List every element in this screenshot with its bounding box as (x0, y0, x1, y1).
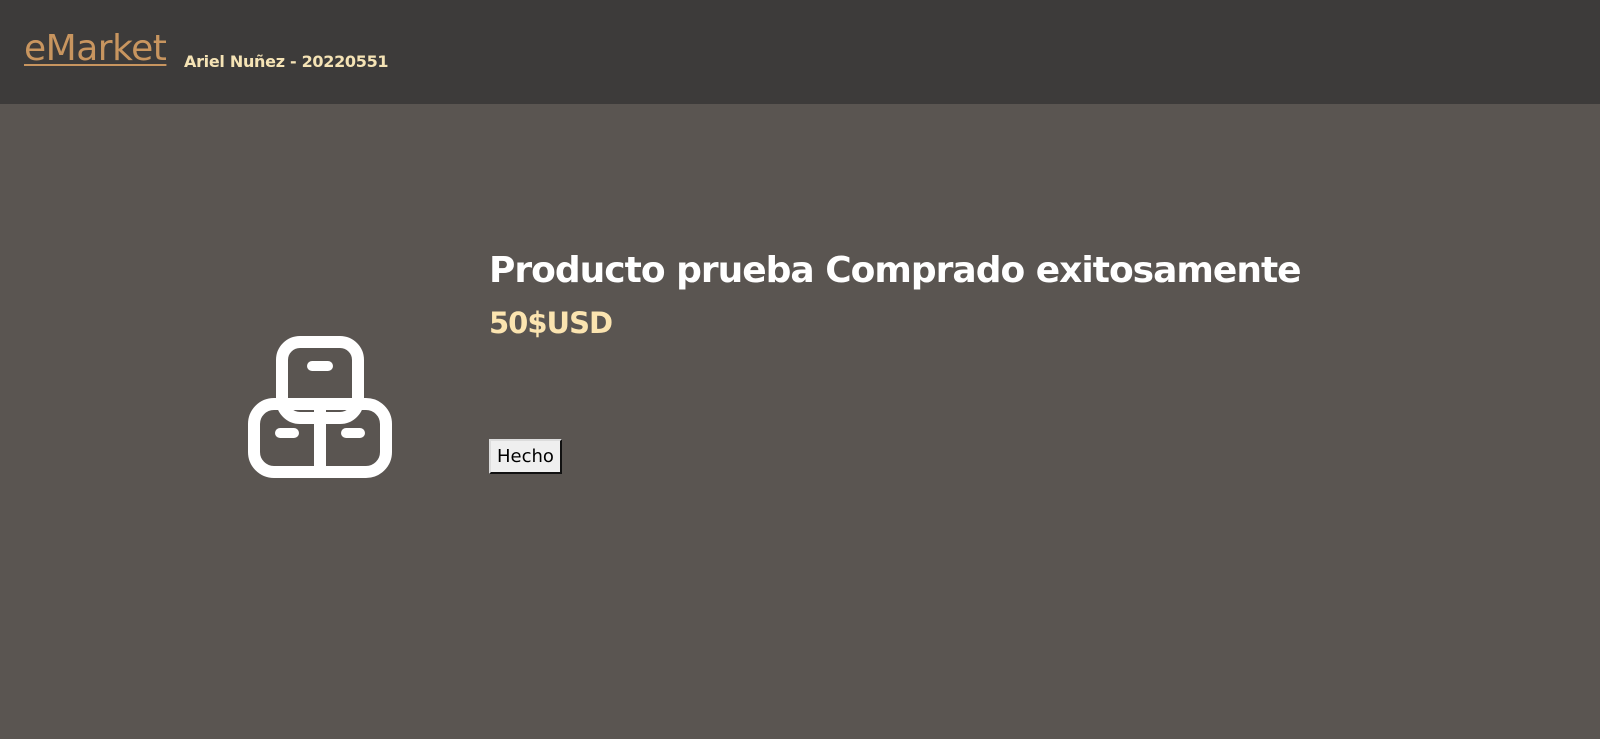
brand-link[interactable]: eMarket (24, 26, 167, 72)
product-title: Producto prueba Comprado exitosamente (489, 250, 1302, 291)
product-price: 50$USD (489, 306, 613, 340)
boxes-icon (248, 336, 392, 480)
purchase-confirmation (0, 104, 1600, 739)
top-navbar: eMarket Ariel Nuñez - 20220551 (0, 0, 1600, 104)
author-label: Ariel Nuñez - 20220551 (184, 52, 389, 71)
done-button[interactable]: Hecho (489, 439, 562, 474)
